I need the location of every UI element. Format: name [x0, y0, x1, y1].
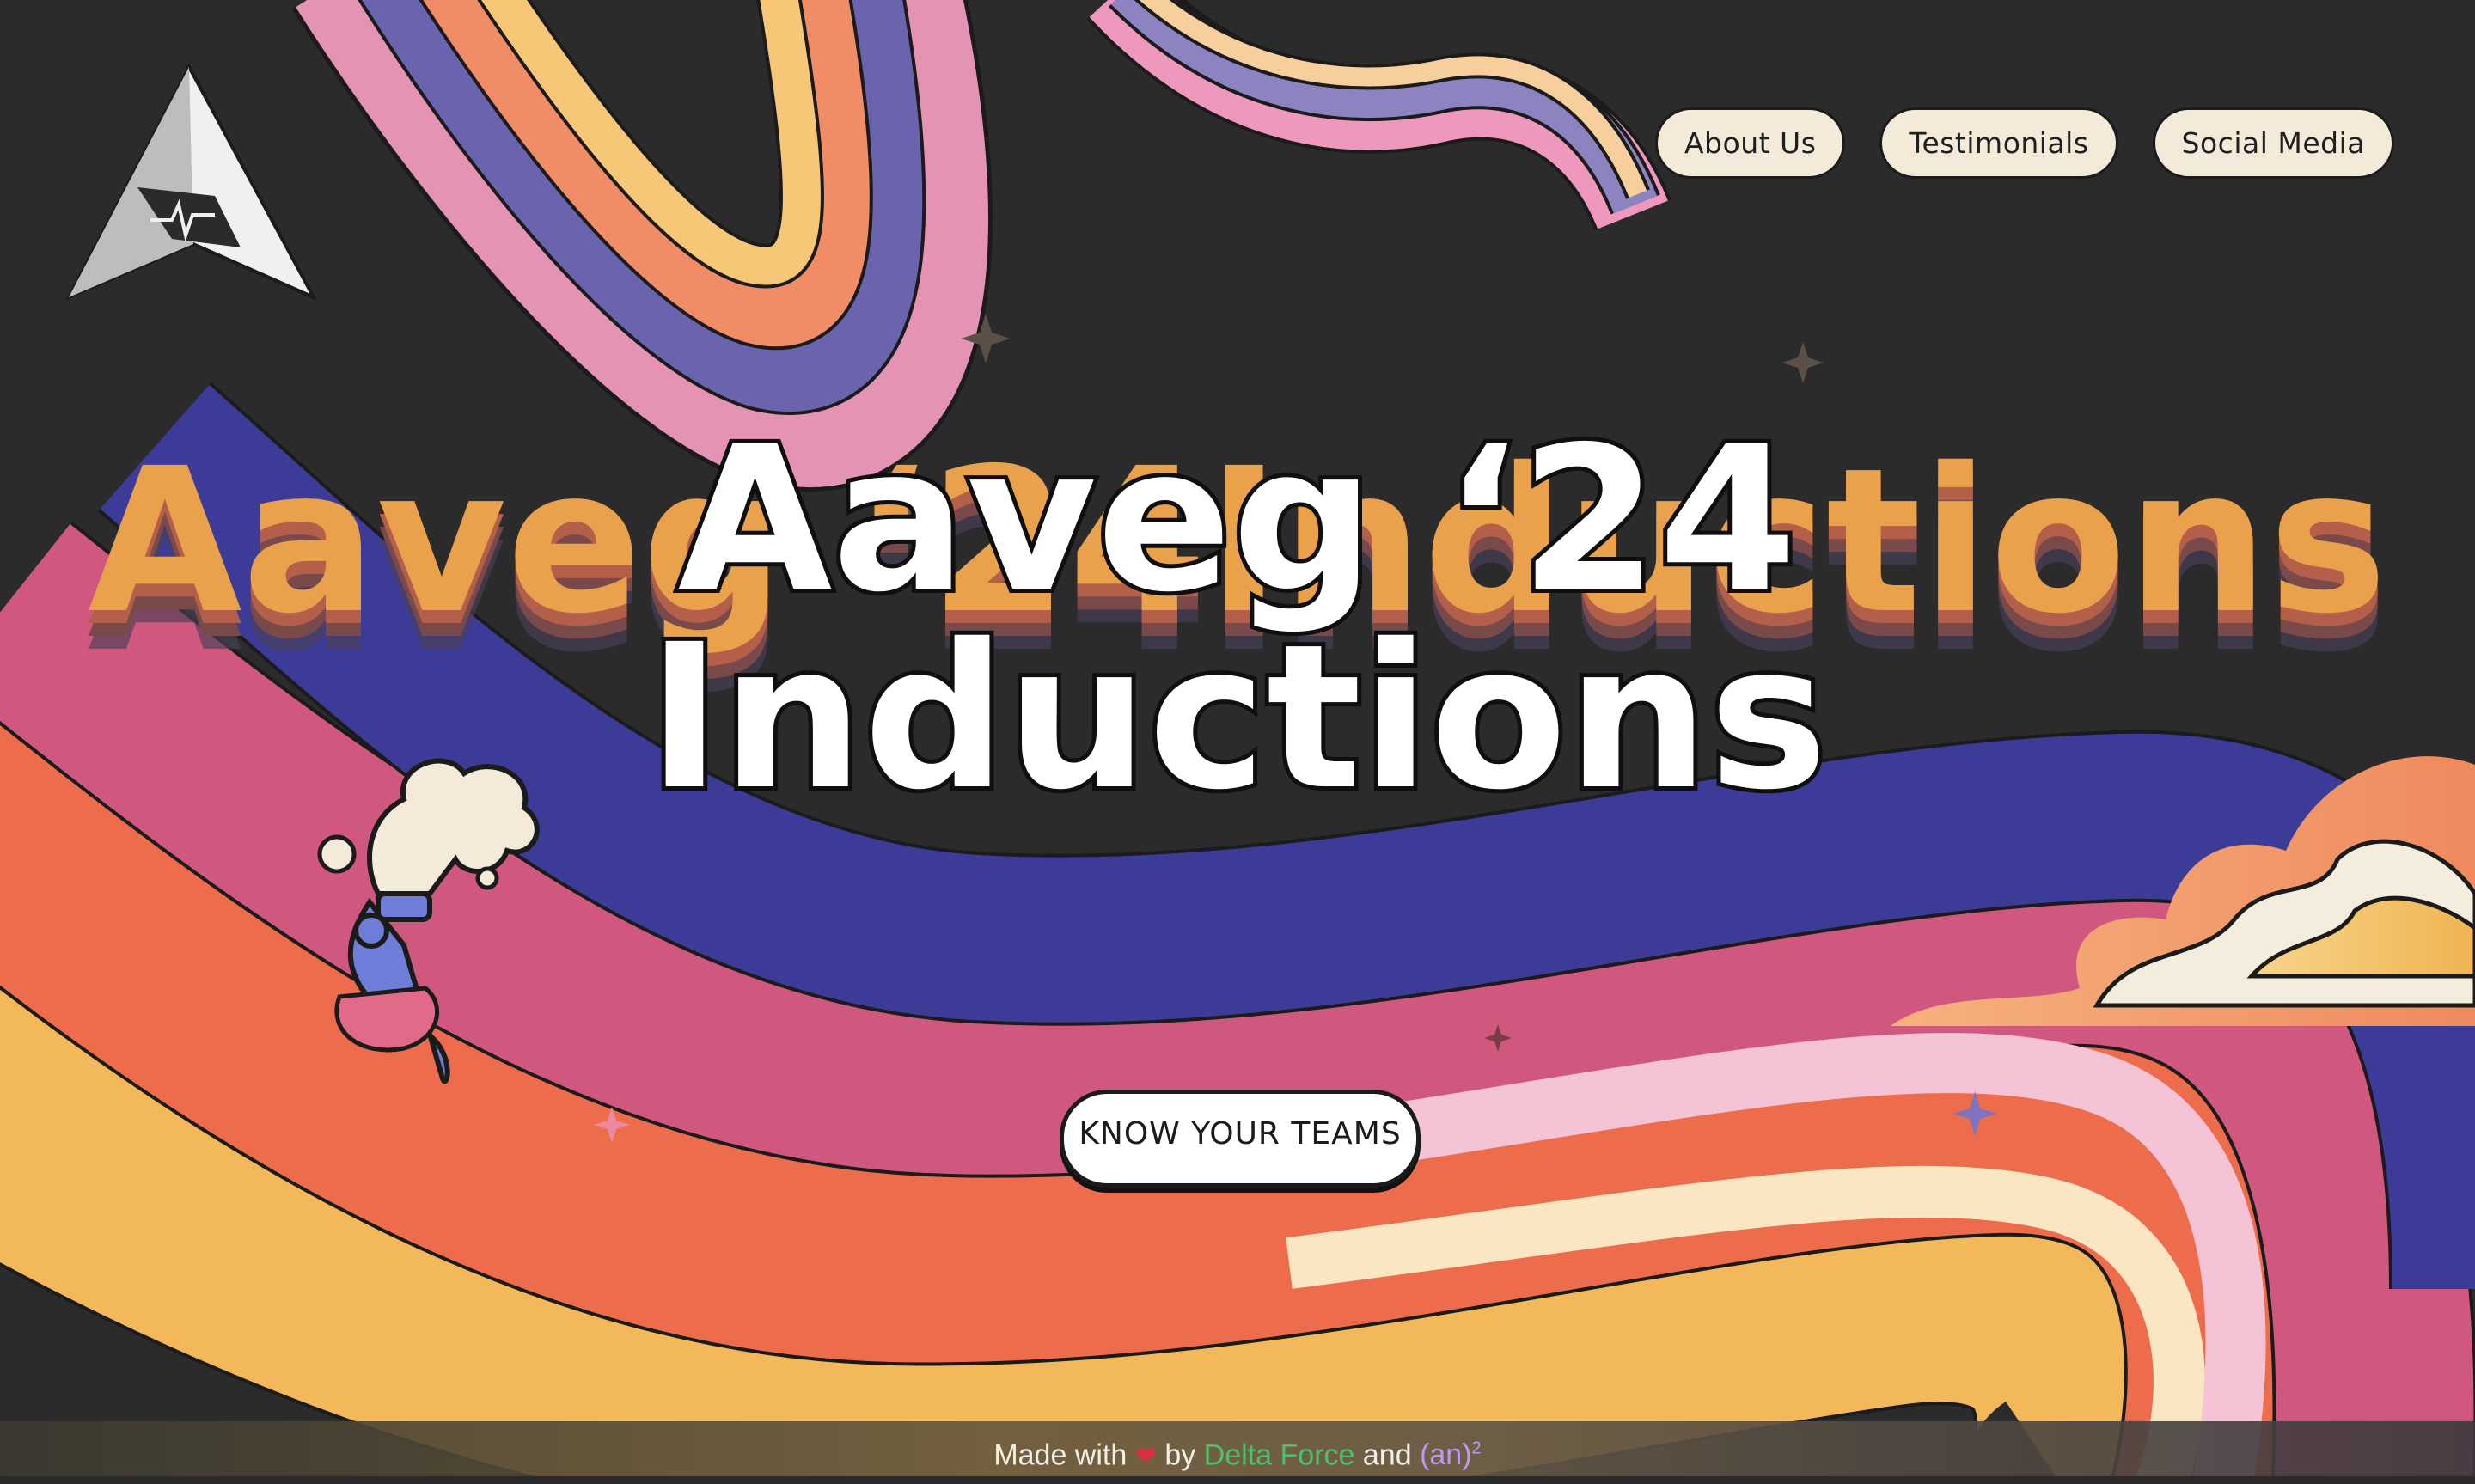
know-your-teams-button[interactable]: KNOW YOUR TEAMS: [1060, 1090, 1421, 1188]
top-rainbow-swirl: [291, 0, 993, 492]
nav-testimonials-button[interactable]: Testimonials: [1879, 107, 2118, 179]
heart-icon: ❤: [1134, 1442, 1157, 1471]
top-navigation: About Us Testimonials Social Media: [1654, 107, 2394, 179]
nav-social-media-button[interactable]: Social Media: [2152, 107, 2394, 179]
footer-made-with: Made with: [993, 1438, 1128, 1472]
footer-credits: Made with ❤ by Delta Force and (an)2: [0, 1421, 2475, 1476]
hero-title: Aaveg ‘24 Inductions: [0, 404, 2475, 834]
hero-title-line-2: Inductions: [643, 602, 1831, 834]
footer-superscript: 2: [1471, 1439, 1482, 1458]
logo-icon: [64, 63, 318, 302]
footer-and: and: [1362, 1438, 1412, 1472]
footer-an-squared-link[interactable]: (an)2: [1420, 1438, 1482, 1471]
footer-an-text: (an): [1420, 1438, 1472, 1472]
top-ribbon: [1086, 0, 1671, 231]
footer-delta-force-link[interactable]: Delta Force: [1204, 1438, 1355, 1471]
hero-title-line-1: Aaveg ‘24: [674, 404, 1802, 636]
nav-about-us-button[interactable]: About Us: [1654, 107, 1846, 179]
footer-by: by: [1164, 1438, 1196, 1472]
